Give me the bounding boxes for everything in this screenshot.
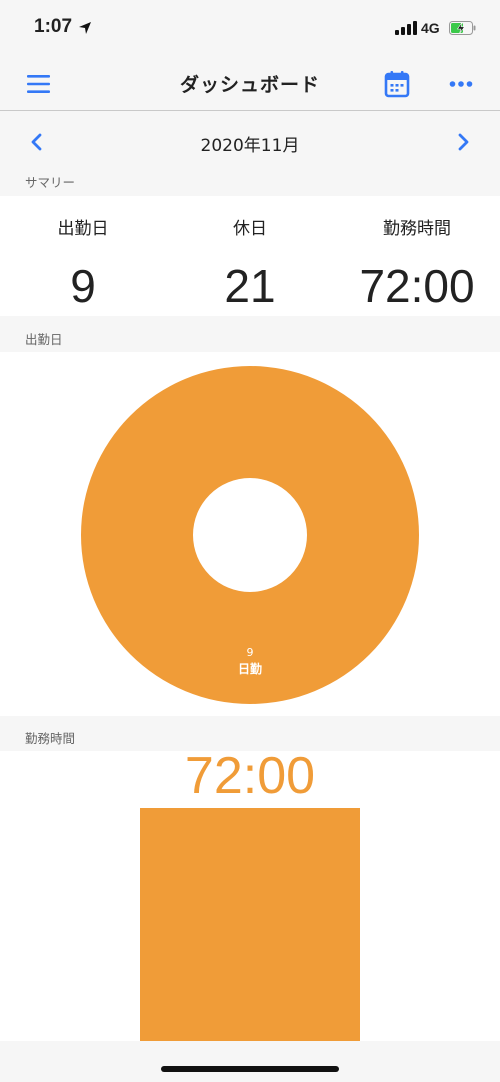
section-label-work-hours: 勤務時間 — [25, 731, 76, 746]
section-label-attendance: 出勤日 — [25, 332, 63, 347]
work-hours-bar-chart: 72:00 — [140, 751, 360, 1041]
attendance-donut-chart: 9 日勤 — [81, 366, 419, 704]
summary-value: 21 — [224, 260, 276, 312]
location-arrow-icon — [79, 22, 91, 34]
work-hours-chart-panel: 72:00 — [0, 751, 500, 1041]
month-selector: 2020年11月 — [0, 111, 500, 167]
donut-slice-value: 9 — [247, 646, 254, 659]
calendar-icon[interactable] — [384, 70, 410, 98]
chevron-right-icon[interactable] — [454, 131, 472, 153]
summary-work-hours: 勤務時間 72:00 — [334, 214, 500, 313]
summary-workdays: 出勤日 9 — [0, 214, 166, 313]
summary-value: 9 — [70, 260, 96, 312]
work-hours-bar — [140, 808, 360, 1041]
navigation-bar: ダッシュボード — [0, 58, 500, 111]
battery-charging-icon — [449, 21, 476, 35]
donut-slice-label: 日勤 — [238, 661, 262, 676]
bar-data-label: 72:00 — [185, 751, 315, 805]
attendance-chart-panel: 9 日勤 — [0, 352, 500, 716]
month-label: 2020年11月 — [200, 136, 300, 156]
section-label-summary: サマリー — [25, 175, 76, 190]
status-bar: 1:07 4G — [0, 0, 500, 58]
summary-value: 72:00 — [359, 260, 475, 312]
page-title: ダッシュボード — [179, 74, 320, 96]
more-horizontal-icon[interactable] — [448, 74, 474, 94]
network-type: 4G — [421, 20, 440, 36]
summary-label: 出勤日 — [57, 219, 109, 239]
summary-panel: 出勤日 9 休日 21 勤務時間 72:00 — [0, 196, 500, 316]
summary-label: 休日 — [233, 219, 267, 239]
home-indicator — [161, 1066, 339, 1072]
status-time: 1:07 — [34, 16, 73, 37]
summary-holidays: 休日 21 — [167, 214, 333, 313]
summary-label: 勤務時間 — [383, 219, 451, 239]
signal-bars-icon — [395, 21, 417, 35]
